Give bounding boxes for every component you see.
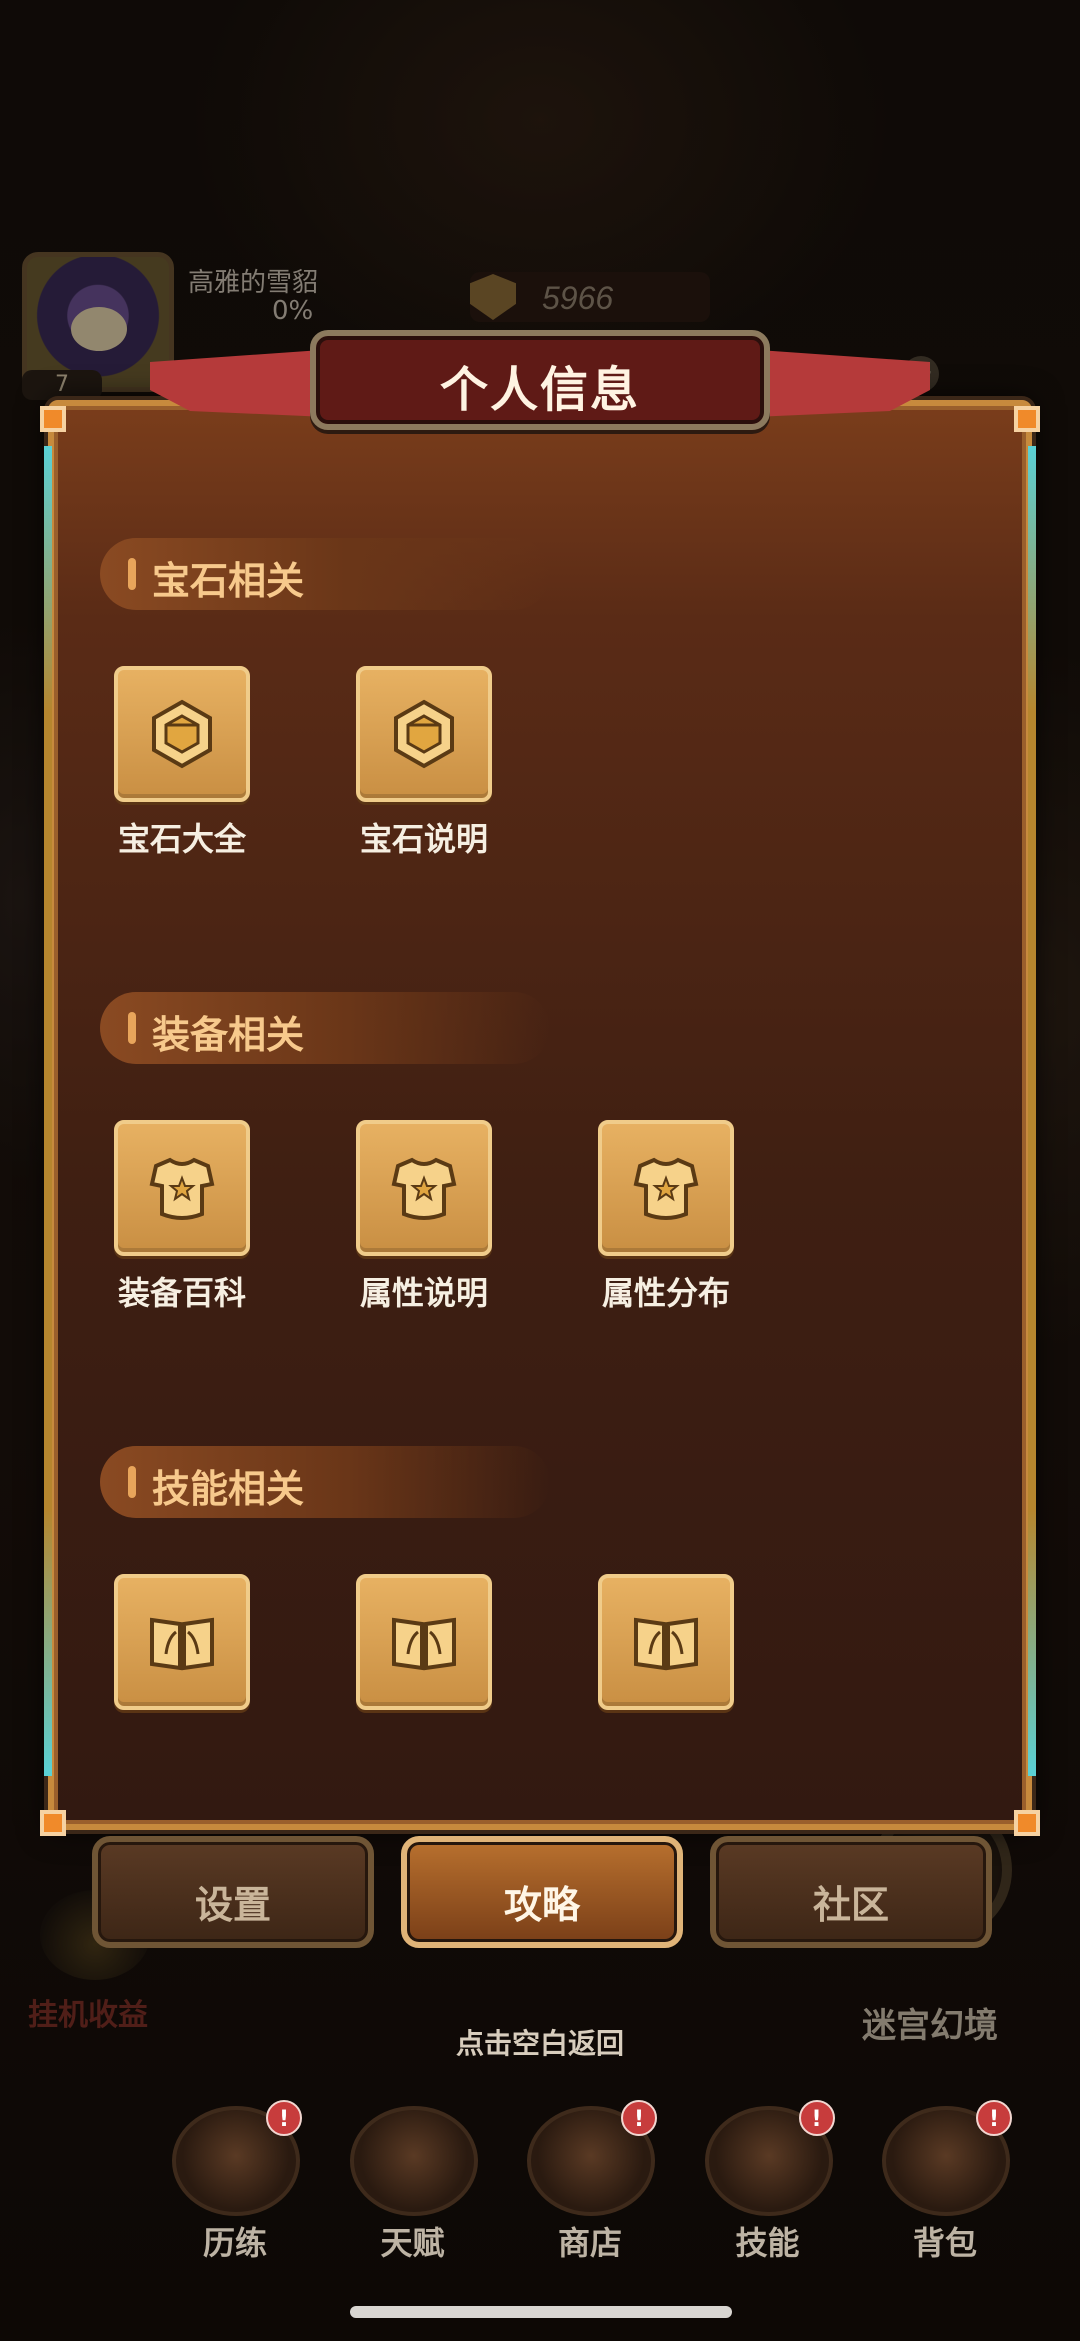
tile-box[interactable] bbox=[114, 1574, 250, 1710]
tile-skill-3[interactable] bbox=[576, 1574, 756, 1774]
gem-icon bbox=[394, 699, 454, 769]
tile-box[interactable] bbox=[114, 666, 250, 802]
frame-edge-right bbox=[1028, 446, 1036, 1776]
section-bar bbox=[128, 558, 136, 590]
dismiss-hint[interactable]: 点击空白返回 bbox=[0, 2022, 1080, 2062]
nav-item-training[interactable]: ! 历练 bbox=[160, 2100, 310, 2262]
modal-title: 个人信息 bbox=[439, 362, 640, 418]
tile-attribute-guide[interactable]: 属性说明 bbox=[334, 1120, 514, 1320]
notification-badge: ! bbox=[266, 2100, 302, 2136]
section-header-equipment: 装备相关 bbox=[100, 992, 550, 1064]
tile-label: 属性说明 bbox=[359, 1274, 488, 1312]
tab-label: 攻略 bbox=[503, 1883, 580, 1927]
nav-item-talent[interactable]: 天赋 bbox=[338, 2100, 488, 2262]
tab-label: 设置 bbox=[194, 1883, 271, 1927]
nav-item-bag[interactable]: ! 背包 bbox=[870, 2100, 1020, 2262]
tile-box[interactable] bbox=[356, 1574, 492, 1710]
nav-label: 背包 bbox=[912, 2224, 977, 2262]
tile-gem-guide[interactable]: 宝石说明 bbox=[334, 666, 514, 866]
book-icon bbox=[150, 1617, 214, 1671]
section-title: 技能相关 bbox=[152, 1467, 305, 1511]
book-icon bbox=[392, 1617, 456, 1671]
nav-label: 技能 bbox=[735, 2224, 800, 2262]
tile-attribute-distribution[interactable]: 属性分布 bbox=[576, 1120, 756, 1320]
talent-icon bbox=[349, 2106, 478, 2216]
gem-icon bbox=[152, 699, 212, 769]
section-bar bbox=[128, 1012, 136, 1044]
tile-label: 装备百科 bbox=[117, 1274, 246, 1312]
tile-box[interactable] bbox=[114, 1120, 250, 1256]
notification-badge: ! bbox=[976, 2100, 1012, 2136]
tile-equipment-wiki[interactable]: 装备百科 bbox=[92, 1120, 272, 1320]
book-icon bbox=[634, 1617, 698, 1671]
tile-gem-encyclopedia[interactable]: 宝石大全 bbox=[92, 666, 272, 866]
section-title: 装备相关 bbox=[152, 1013, 305, 1057]
bottom-nav: ! 历练 天赋 ! 商店 ! 技能 ! 背包 bbox=[160, 2100, 1020, 2262]
nav-item-shop[interactable]: ! 商店 bbox=[515, 2100, 665, 2262]
frame-edge-left bbox=[44, 446, 52, 1776]
section-header-gems: 宝石相关 bbox=[100, 538, 550, 610]
tile-skill-2[interactable] bbox=[334, 1574, 514, 1774]
tile-skill-1[interactable] bbox=[92, 1574, 272, 1774]
tab-label: 社区 bbox=[812, 1883, 889, 1927]
tab-settings[interactable]: 设置 bbox=[92, 1836, 374, 1948]
tile-box[interactable] bbox=[598, 1574, 734, 1710]
home-indicator[interactable] bbox=[350, 2306, 732, 2318]
armor-icon bbox=[633, 1157, 699, 1220]
notification-badge: ! bbox=[798, 2100, 835, 2136]
armor-icon bbox=[391, 1157, 457, 1220]
tile-box[interactable] bbox=[356, 1120, 492, 1256]
corner-ornament bbox=[40, 1810, 66, 1836]
title-ribbon: 个人信息 bbox=[150, 330, 930, 430]
tab-guide[interactable]: 攻略 bbox=[401, 1836, 683, 1948]
tile-label: 宝石大全 bbox=[117, 820, 246, 858]
nav-item-skill[interactable]: ! 技能 bbox=[693, 2100, 843, 2262]
section-bar bbox=[128, 1466, 136, 1498]
armor-icon bbox=[149, 1157, 215, 1220]
nav-label: 天赋 bbox=[380, 2224, 445, 2262]
notification-badge: ! bbox=[621, 2100, 657, 2136]
tile-box[interactable] bbox=[356, 666, 492, 802]
title-plate: 个人信息 bbox=[310, 330, 770, 430]
corner-ornament bbox=[1014, 1810, 1040, 1836]
corner-ornament bbox=[40, 406, 66, 432]
corner-ornament bbox=[1014, 406, 1040, 432]
tile-label: 宝石说明 bbox=[359, 820, 488, 858]
nav-label: 历练 bbox=[202, 2224, 267, 2262]
tile-label: 属性分布 bbox=[601, 1274, 730, 1312]
section-header-skills: 技能相关 bbox=[100, 1446, 550, 1518]
tab-community[interactable]: 社区 bbox=[710, 1836, 992, 1948]
section-title: 宝石相关 bbox=[152, 559, 305, 603]
nav-label: 商店 bbox=[557, 2224, 622, 2262]
tile-box[interactable] bbox=[598, 1120, 734, 1256]
modal-tabs: 设置 攻略 社区 bbox=[92, 1836, 992, 1948]
